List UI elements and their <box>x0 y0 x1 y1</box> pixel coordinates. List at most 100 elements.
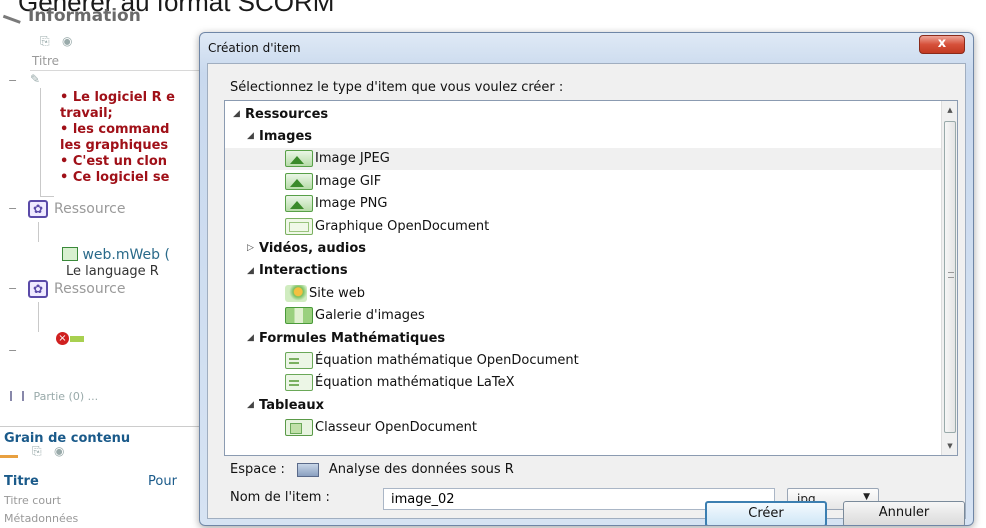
tree-label: Équation mathématique LaTeX <box>315 375 515 391</box>
create-button[interactable]: Créer <box>705 501 827 525</box>
create-item-dialog: Création d'item x Sélectionnez le type d… <box>199 32 974 526</box>
expanded-icon[interactable]: ◢ <box>247 333 257 343</box>
tree-group[interactable]: ◢ Tableaux <box>225 394 941 416</box>
collapse-icon[interactable]: − <box>8 282 17 295</box>
dialog-body: Sélectionnez le type d'item que vous vou… <box>207 63 966 519</box>
tree-group[interactable]: ◢ Images <box>225 125 941 147</box>
dialog-prompt: Sélectionnez le type d'item que vous vou… <box>230 80 564 95</box>
drag-handle-icon[interactable] <box>10 391 24 401</box>
bullet-line: travail; <box>60 106 113 121</box>
tree-group[interactable]: ◢ Interactions <box>225 260 941 282</box>
delete-icon[interactable]: × <box>56 332 69 345</box>
tree-group[interactable]: ▷ Vidéos, audios <box>225 237 941 259</box>
scroll-down-icon[interactable]: ▼ <box>944 439 956 453</box>
close-button[interactable]: x <box>919 35 965 54</box>
space-label: Espace : <box>230 462 285 477</box>
tree-group[interactable]: ◢ Formules Mathématiques <box>225 327 941 349</box>
titre-value[interactable]: Pour <box>148 474 177 489</box>
tree-label: Image PNG <box>315 196 388 212</box>
tree-label: Ressources <box>245 106 329 122</box>
tree-item[interactable]: Équation mathématique LaTeX <box>225 372 941 394</box>
space-value: Analyse des données sous R <box>328 462 514 477</box>
information-header: Information <box>2 6 141 26</box>
tree-item[interactable]: Graphique OpenDocument <box>225 215 941 237</box>
tree-label: Vidéos, audios <box>259 240 367 256</box>
item-name-label: Nom de l'item : <box>230 490 330 505</box>
equation-icon <box>285 374 313 392</box>
tree-item[interactable]: Image JPEG <box>225 147 941 170</box>
view-icon[interactable]: ◉ <box>54 444 64 458</box>
dialog-title-bar[interactable]: Création d'item x <box>200 33 973 63</box>
tree-item[interactable]: Galerie d'images <box>225 305 941 327</box>
tree-connector <box>38 302 39 332</box>
collapse-icon[interactable]: − <box>8 344 17 357</box>
ressource-node[interactable]: ✿ Ressource <box>28 200 126 218</box>
tree-item[interactable]: Équation mathématique OpenDocument <box>225 349 941 371</box>
edit-icon[interactable]: ⎘ <box>40 34 50 49</box>
web-item-label: web.mWeb ( <box>82 247 170 263</box>
metadonnees-label: Métadonnées <box>4 512 79 525</box>
close-icon: x <box>937 36 947 51</box>
web-item[interactable]: web.mWeb ( <box>62 247 170 263</box>
titre-label: Titre <box>32 54 60 68</box>
dialog-title: Création d'item <box>208 41 301 55</box>
website-icon <box>285 284 307 302</box>
tree-label: Image JPEG <box>315 151 390 167</box>
collapsed-icon[interactable]: ▷ <box>247 243 257 253</box>
tree-label: Formules Mathématiques <box>259 330 446 346</box>
scroll-thumb[interactable] <box>944 121 956 433</box>
tree-connector <box>40 88 41 196</box>
tree-item[interactable]: Site web <box>225 282 941 304</box>
image-icon <box>285 172 313 190</box>
tree-label: Équation mathématique OpenDocument <box>315 352 579 368</box>
tree-connector <box>38 222 39 242</box>
tree-item[interactable]: Image PNG <box>225 193 941 215</box>
scroll-grip-icon <box>948 272 954 278</box>
link-icon[interactable] <box>70 336 84 342</box>
expanded-icon[interactable]: ◢ <box>247 131 257 141</box>
tree-label: Tableaux <box>259 397 324 413</box>
grain-panel: Grain de contenu <box>0 426 205 458</box>
tree-label: Classeur OpenDocument <box>315 420 477 436</box>
website-icon <box>62 247 78 261</box>
tree-label: Image GIF <box>315 173 382 189</box>
titre-underline <box>30 70 200 71</box>
tree-scrollbar[interactable]: ▲ ▼ <box>941 101 957 455</box>
scroll-up-icon[interactable]: ▲ <box>944 103 956 117</box>
tree-label: Galerie d'images <box>315 308 425 324</box>
tree-item[interactable]: Classeur OpenDocument <box>225 417 941 439</box>
collapse-icon[interactable]: − <box>8 202 17 215</box>
ressource-label: Ressource <box>54 281 126 297</box>
tree-item[interactable]: Image GIF <box>225 170 941 192</box>
grain-title: Grain de contenu <box>4 431 131 446</box>
spreadsheet-icon <box>285 419 313 437</box>
expanded-icon[interactable]: ◢ <box>233 109 243 119</box>
image-icon <box>285 150 313 168</box>
tree-connector <box>40 196 54 197</box>
partie-label: Partie (0) ... <box>33 390 99 403</box>
tree-label: Site web <box>309 285 365 301</box>
tree-group[interactable]: ◢ Ressources <box>225 103 941 125</box>
collapse-icon[interactable]: − <box>8 74 17 87</box>
titre-court-label: Titre court <box>4 494 61 507</box>
bullet-line: • Ce logiciel se <box>60 170 170 185</box>
gear-icon: ✿ <box>28 200 48 218</box>
bullet-line: • C'est un clon <box>60 154 168 169</box>
space-row: Espace : Analyse des données sous R <box>230 462 514 477</box>
expanded-icon[interactable]: ◢ <box>247 266 257 276</box>
view-icon[interactable]: ◉ <box>62 34 72 48</box>
edit-icon[interactable]: ⎘ <box>32 444 42 459</box>
item-type-tree[interactable]: Classeur OpenDocument ◢ Tableaux Équation m… <box>224 100 958 456</box>
gallery-icon <box>285 307 313 325</box>
image-icon <box>285 195 313 213</box>
cancel-button[interactable]: Annuler <box>843 501 965 525</box>
bullet-line: • Le logiciel R e <box>60 90 175 105</box>
partie-node[interactable]: Partie (0) ... <box>10 390 98 403</box>
titre-label: Titre <box>4 474 39 489</box>
chart-icon <box>285 217 313 235</box>
bullet-line: les graphiques <box>60 138 169 153</box>
expanded-icon[interactable]: ◢ <box>247 400 257 410</box>
text-content: • Le logiciel R e travail; • les command… <box>60 90 210 186</box>
ressource-node[interactable]: ✿ Ressource <box>28 280 126 298</box>
arrow-icon <box>0 455 18 458</box>
